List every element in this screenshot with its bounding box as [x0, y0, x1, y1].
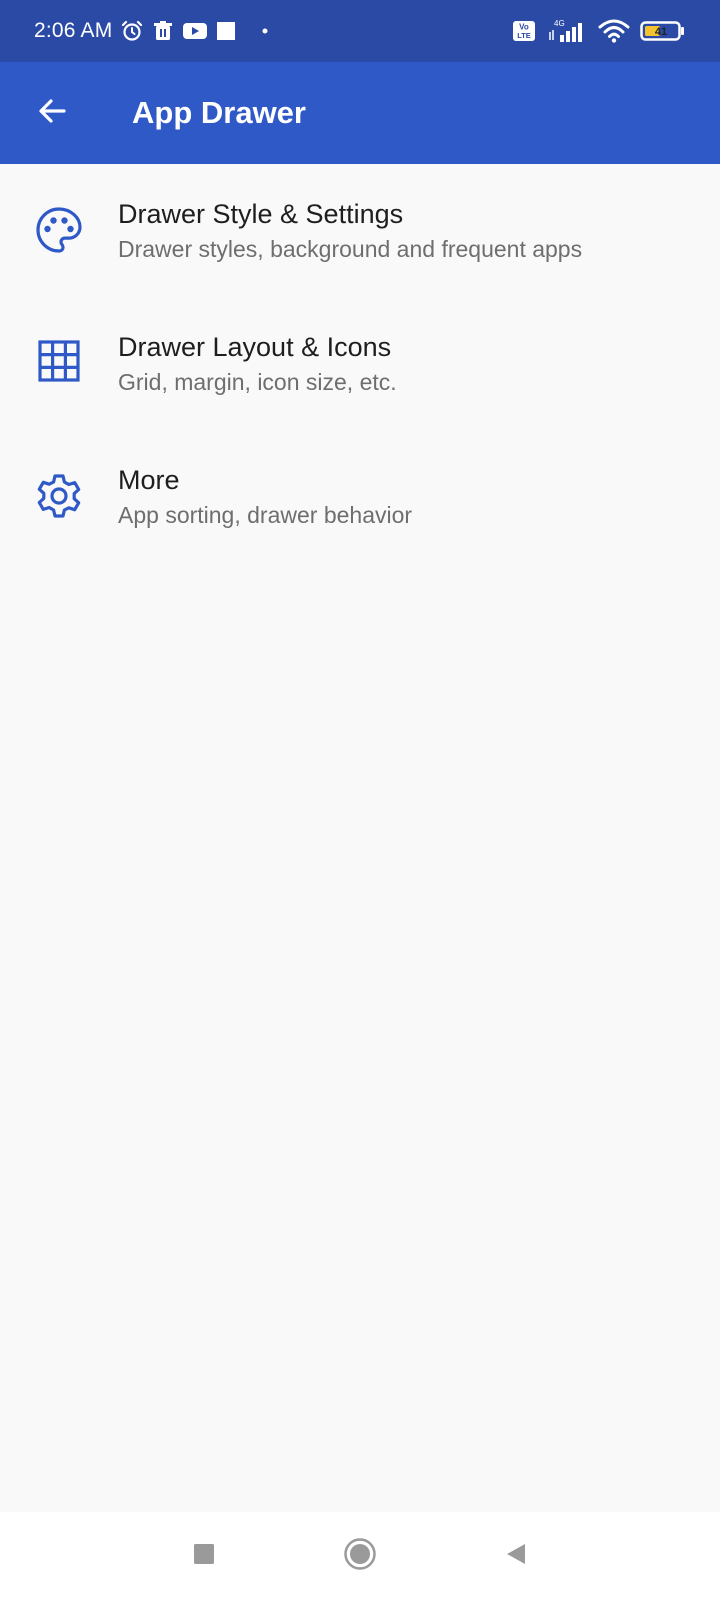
menu-item-title: Drawer Style & Settings: [118, 199, 404, 229]
svg-text:LTE: LTE: [517, 31, 531, 40]
gear-icon: [35, 472, 83, 525]
menu-item-subtitle: App sorting, drawer behavior: [118, 502, 413, 528]
menu-item-drawer-layout[interactable]: Drawer Layout & Icons Grid, margin, icon…: [0, 297, 720, 430]
back-icon: [503, 1541, 529, 1572]
home-icon: [343, 1537, 377, 1576]
home-button[interactable]: [338, 1534, 382, 1578]
settings-list: Drawer Style & Settings Drawer styles, b…: [0, 164, 720, 563]
menu-item-text: Drawer Layout & Icons Grid, margin, icon…: [118, 297, 397, 398]
battery-icon: 41: [640, 20, 686, 42]
network-label: 4G: [554, 19, 565, 28]
menu-item-title: Drawer Layout & Icons: [118, 332, 392, 362]
status-time: 2:06 AM: [34, 19, 113, 42]
dot-icon: [262, 28, 268, 34]
square-notification-icon: [216, 21, 236, 41]
grid-icon: [37, 339, 81, 388]
menu-item-more[interactable]: More App sorting, drawer behavior: [0, 430, 720, 563]
system-nav-bar: [0, 1512, 720, 1600]
menu-item-text: Drawer Style & Settings Drawer styles, b…: [118, 164, 582, 265]
trash-icon: [152, 20, 174, 42]
status-left: 2:06 AM: [34, 19, 268, 43]
recents-icon: [192, 1542, 216, 1571]
youtube-icon: [182, 21, 208, 41]
alarm-icon: [120, 19, 144, 43]
palette-icon: [35, 206, 83, 259]
status-bar: 2:06 AM Vo LTE 4G 41: [0, 0, 720, 62]
status-right: Vo LTE 4G 41: [512, 18, 686, 44]
battery-level: 41: [655, 26, 667, 38]
app-bar: App Drawer: [0, 62, 720, 164]
menu-item-drawer-style[interactable]: Drawer Style & Settings Drawer styles, b…: [0, 164, 720, 297]
volte-icon: Vo LTE: [512, 20, 536, 42]
back-nav-button[interactable]: [494, 1534, 538, 1578]
arrow-left-icon: [37, 96, 67, 131]
menu-item-text: More App sorting, drawer behavior: [118, 430, 412, 531]
menu-item-subtitle: Grid, margin, icon size, etc.: [118, 369, 397, 395]
grid-icon-wrap: [0, 297, 118, 388]
signal-icon: 4G: [546, 18, 588, 44]
wifi-icon: [598, 18, 630, 44]
gear-icon-wrap: [0, 430, 118, 525]
back-button[interactable]: [0, 62, 104, 164]
page-title: App Drawer: [132, 95, 306, 130]
menu-item-title: More: [118, 465, 180, 495]
palette-icon-wrap: [0, 164, 118, 259]
menu-item-subtitle: Drawer styles, background and frequent a…: [118, 236, 583, 262]
recents-button[interactable]: [182, 1534, 226, 1578]
